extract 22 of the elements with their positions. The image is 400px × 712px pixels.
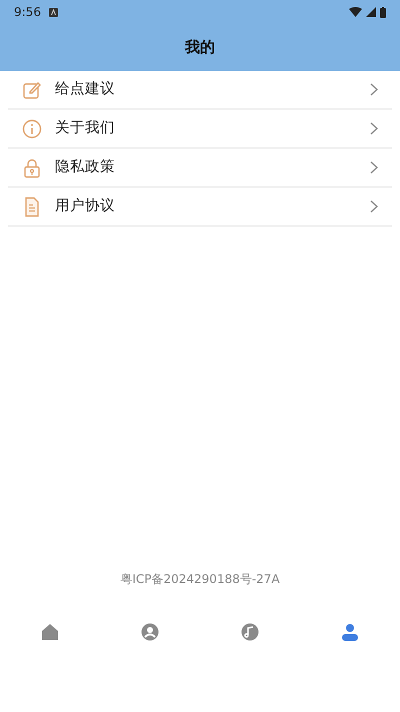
status-time: 9:56 xyxy=(14,4,41,21)
user-icon xyxy=(340,622,360,642)
user-circle-icon xyxy=(140,622,160,642)
home-icon xyxy=(40,622,60,642)
music-disc-icon xyxy=(240,622,260,642)
chevron-right-icon xyxy=(370,83,378,96)
edit-icon xyxy=(22,80,42,100)
signal-icon xyxy=(366,7,376,17)
lock-icon xyxy=(22,158,42,178)
chevron-right-icon xyxy=(370,122,378,135)
wifi-icon xyxy=(349,7,362,17)
chevron-right-icon xyxy=(370,161,378,174)
menu-item[interactable]: 用户协议 xyxy=(8,188,392,227)
battery-icon xyxy=(380,6,386,18)
notification-icon xyxy=(48,8,58,16)
menu-item[interactable]: 给点建议 xyxy=(8,71,392,110)
menu-item[interactable]: 隐私政策 xyxy=(8,149,392,188)
page-title: 我的 xyxy=(185,37,215,58)
icp-text: 粤ICP备2024290188号-27A xyxy=(120,572,280,586)
menu-item[interactable]: 关于我们 xyxy=(8,110,392,149)
chevron-right-icon xyxy=(370,200,378,213)
info-icon xyxy=(22,118,42,138)
